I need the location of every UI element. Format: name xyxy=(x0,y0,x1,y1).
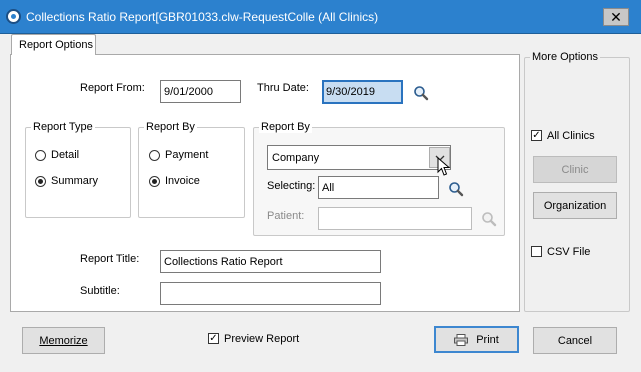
report-by-radio-group xyxy=(138,127,245,218)
report-by-radio-legend: Report By xyxy=(144,121,197,133)
preview-report-checkbox[interactable]: ✓ xyxy=(208,333,219,344)
invoice-radio[interactable] xyxy=(149,176,160,187)
tab-label: Report Options xyxy=(19,39,93,51)
report-type-group xyxy=(25,127,131,218)
selecting-input[interactable]: All xyxy=(318,176,439,199)
printer-icon xyxy=(454,333,469,346)
patient-input[interactable] xyxy=(318,207,472,230)
subtitle-input[interactable] xyxy=(160,282,381,305)
search-date-icon[interactable] xyxy=(413,85,429,101)
close-button[interactable]: ✕ xyxy=(603,8,629,26)
app-icon xyxy=(6,9,21,24)
search-selecting-icon[interactable] xyxy=(448,181,464,197)
payment-radio[interactable] xyxy=(149,150,160,161)
report-by-dropdown[interactable]: Company xyxy=(267,145,451,170)
more-options-group xyxy=(524,57,630,312)
report-title-input[interactable]: Collections Ratio Report xyxy=(160,250,381,273)
patient-label: Patient: xyxy=(267,210,305,222)
organization-button[interactable]: Organization xyxy=(533,192,617,219)
report-title-label: Report Title: xyxy=(80,253,140,265)
window-title: Collections Ratio Report[GBR01033.clw-Re… xyxy=(26,10,379,24)
clinic-button[interactable]: Clinic xyxy=(533,156,617,183)
memorize-button-label: Memorize xyxy=(39,334,88,347)
thru-date-label: Thru Date: xyxy=(257,82,309,94)
preview-report-label: Preview Report xyxy=(224,333,300,345)
print-button-label: Print xyxy=(476,333,499,346)
report-by-select-legend: Report By xyxy=(259,121,312,133)
summary-label: Summary xyxy=(51,175,99,187)
organization-button-label: Organization xyxy=(543,199,607,212)
report-from-input[interactable]: 9/01/2000 xyxy=(160,80,241,103)
csv-file-checkbox[interactable] xyxy=(531,246,542,257)
cancel-button-label: Cancel xyxy=(557,334,593,347)
selecting-label: Selecting: xyxy=(267,180,316,192)
print-button[interactable]: Print xyxy=(434,326,519,353)
summary-radio[interactable] xyxy=(35,176,46,187)
payment-label: Payment xyxy=(165,149,209,161)
csv-file-label: CSV File xyxy=(547,246,591,258)
clinic-button-label: Clinic xyxy=(561,163,589,176)
invoice-label: Invoice xyxy=(165,175,200,187)
tab-report-options[interactable]: Report Options xyxy=(11,34,96,55)
mouse-cursor-icon xyxy=(437,157,451,176)
search-patient-icon[interactable] xyxy=(481,211,497,227)
all-clinics-label: All Clinics xyxy=(547,130,595,142)
thru-date-input[interactable]: 9/30/2019 xyxy=(322,80,403,104)
detail-radio[interactable] xyxy=(35,150,46,161)
memorize-button[interactable]: Memorize xyxy=(22,327,105,354)
report-from-label: Report From: xyxy=(80,82,145,94)
all-clinics-checkbox[interactable]: ✓ xyxy=(531,130,542,141)
report-type-legend: Report Type xyxy=(31,121,95,133)
more-options-legend: More Options xyxy=(530,51,601,63)
detail-label: Detail xyxy=(51,149,80,161)
subtitle-label: Subtitle: xyxy=(80,285,120,297)
cancel-button[interactable]: Cancel xyxy=(533,327,617,354)
